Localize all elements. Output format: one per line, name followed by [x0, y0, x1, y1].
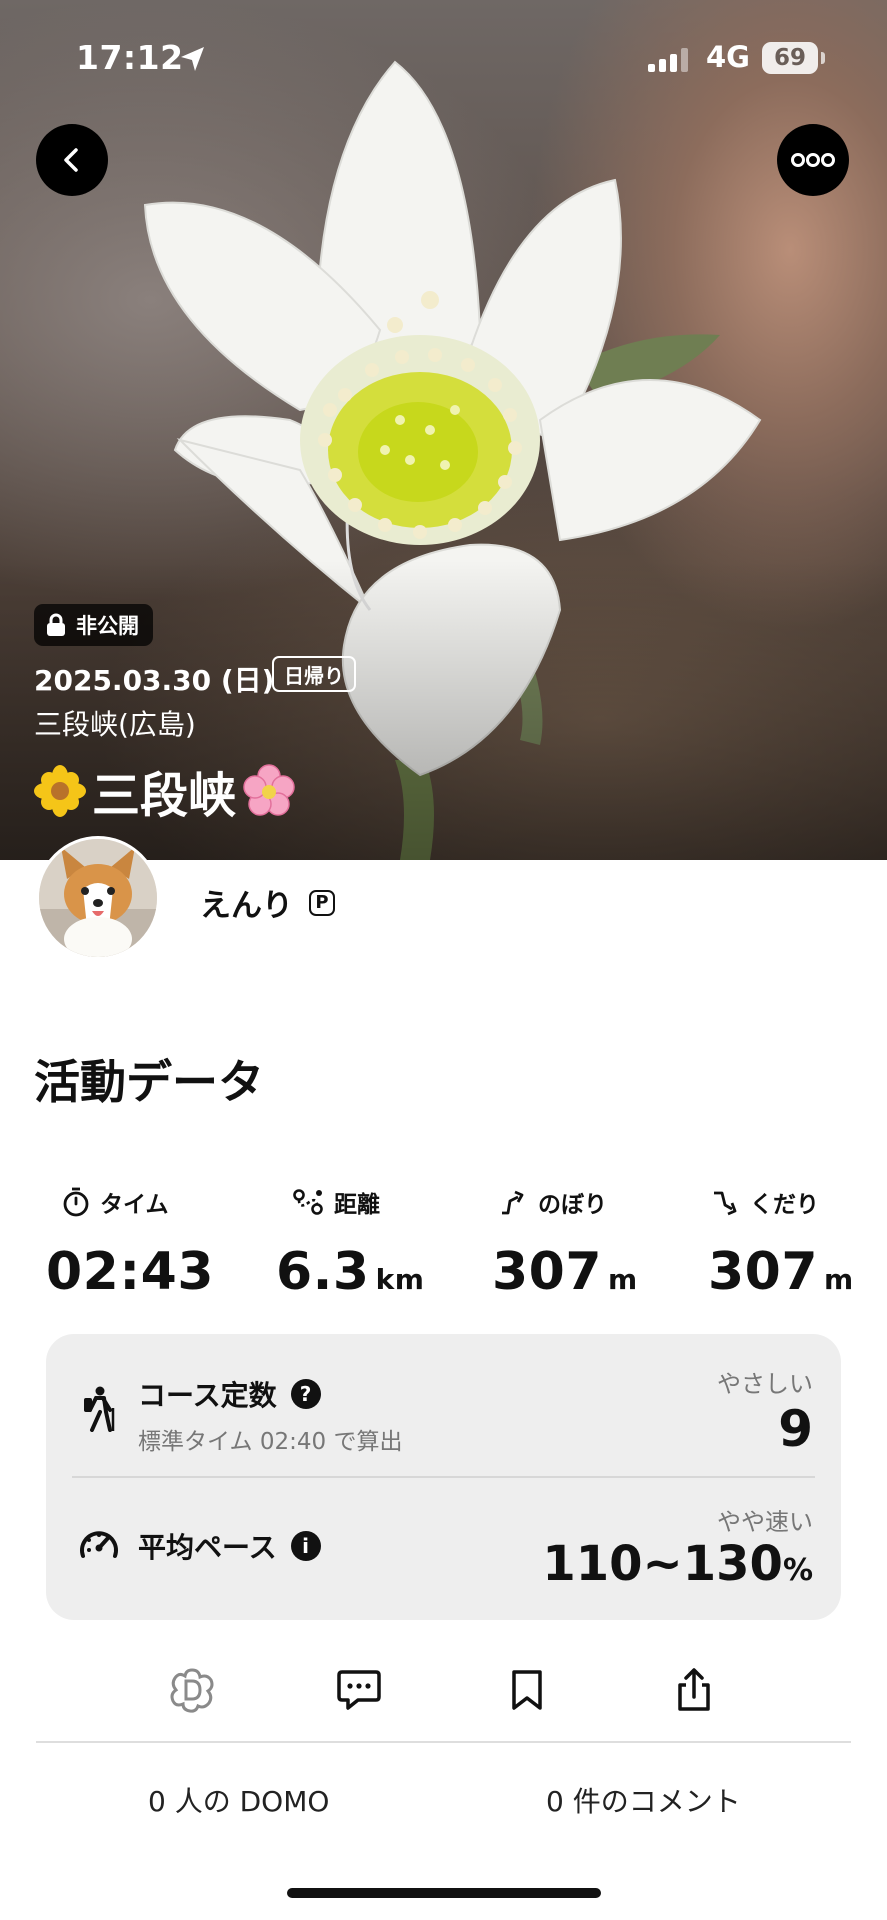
location-arrow-icon: [181, 47, 204, 71]
dog-avatar-icon: [39, 839, 157, 957]
stat-time-label: タイム: [100, 1192, 169, 1218]
stat-time: タイム 02:43: [46, 1184, 262, 1302]
more-dots-icon: [791, 153, 835, 167]
premium-badge-icon: P: [309, 889, 335, 916]
visibility-label: 非公開: [76, 614, 139, 638]
status-time: 17:12: [76, 38, 184, 77]
pace-unit: %: [782, 1553, 813, 1588]
bookmark-icon: [512, 1670, 542, 1710]
stat-descent-unit: m: [824, 1263, 854, 1296]
stat-time-value-row: 02:43: [46, 1242, 262, 1302]
home-indicator: [287, 1888, 601, 1898]
activity-title-text: 三段峡: [92, 768, 237, 824]
more-options-button[interactable]: [777, 124, 849, 196]
course-label: コース定数: [138, 1379, 277, 1412]
pace-row-title: 平均ペース i: [138, 1526, 321, 1566]
stat-descent-label: くだり: [750, 1192, 819, 1218]
stat-descent: くだり 307 m: [708, 1184, 887, 1302]
stat-descent-label-row: くだり: [710, 1184, 887, 1220]
section-title: 活動データ: [34, 1055, 264, 1109]
battery-tip: [821, 52, 825, 64]
stat-descent-value: 307: [708, 1242, 819, 1302]
ascent-icon: [502, 1190, 524, 1215]
course-row-title: コース定数 ?: [138, 1374, 321, 1414]
activity-date: 2025.03.30 (日): [34, 664, 275, 697]
stat-distance-value: 6.3: [276, 1242, 370, 1302]
back-button[interactable]: [36, 124, 108, 196]
descent-icon: [714, 1191, 737, 1216]
pace-value-row: 110~130%: [542, 1536, 813, 1592]
activity-area: 三段峡(広島): [34, 708, 196, 741]
pace-value: 110~130: [542, 1536, 783, 1592]
comment-button[interactable]: [329, 1660, 389, 1720]
user-name-row[interactable]: えんり P: [200, 880, 335, 925]
route-icon: [293, 1189, 323, 1215]
speedometer-icon: [80, 1531, 118, 1558]
course-pace-card: コース定数 ? 標準タイム 02:40 で算出 やさしい 9 平均ペース i や…: [46, 1334, 841, 1620]
activity-title: 三段峡: [34, 756, 296, 826]
course-difficulty: やさしい: [717, 1370, 813, 1398]
network-type: 4G: [706, 40, 750, 74]
share-icon: [678, 1668, 710, 1711]
stat-ascent: のぼり 307 m: [492, 1184, 698, 1302]
status-bar: 17:12 4G 69: [0, 0, 887, 120]
visibility-badge: 非公開: [34, 604, 153, 646]
stat-time-value: 02:43: [46, 1242, 215, 1302]
course-standard-time: 標準タイム 02:40 で算出: [138, 1429, 403, 1455]
avatar[interactable]: [36, 836, 160, 960]
lock-icon: [47, 613, 65, 636]
stat-distance-unit: km: [375, 1263, 425, 1296]
stat-ascent-label: のぼり: [538, 1192, 607, 1218]
pace-label: 平均ペース: [138, 1531, 277, 1564]
domo-count[interactable]: 0 人の DOMO: [148, 1780, 329, 1820]
domo-button[interactable]: [162, 1660, 222, 1720]
stat-distance: 距離 6.3 km: [276, 1184, 492, 1302]
action-divider: [36, 1741, 851, 1743]
stat-ascent-value-row: 307 m: [492, 1242, 698, 1302]
course-value: 9: [778, 1400, 813, 1458]
card-divider: [72, 1476, 815, 1478]
stat-time-label-row: タイム: [62, 1184, 262, 1220]
pace-level: やや速い: [717, 1508, 813, 1536]
stat-descent-value-row: 307 m: [708, 1242, 887, 1302]
hiker-icon: [84, 1386, 115, 1432]
domo-icon: [170, 1668, 214, 1713]
user-name: えんり: [200, 888, 293, 924]
trip-type-badge: 日帰り: [272, 656, 356, 692]
help-icon[interactable]: ?: [290, 1379, 321, 1409]
info-icon[interactable]: i: [290, 1531, 321, 1561]
bookmark-button[interactable]: [497, 1660, 557, 1720]
comment-count[interactable]: 0 件のコメント: [546, 1780, 741, 1820]
stat-ascent-value: 307: [492, 1242, 603, 1302]
stat-distance-value-row: 6.3 km: [276, 1242, 492, 1302]
stat-distance-label: 距離: [334, 1192, 380, 1218]
share-button[interactable]: [664, 1660, 724, 1720]
battery-icon: 69: [762, 42, 818, 74]
stat-ascent-unit: m: [608, 1263, 638, 1296]
comment-icon: [337, 1670, 381, 1710]
chevron-left-icon: [64, 148, 78, 172]
stat-ascent-label-row: のぼり: [498, 1184, 698, 1220]
pink-flower-icon: [243, 764, 295, 816]
yellow-flower-icon: [34, 765, 86, 817]
stat-distance-label-row: 距離: [292, 1184, 492, 1220]
action-bar: [0, 1630, 887, 1750]
signal-icon: [648, 48, 688, 72]
timer-icon: [63, 1187, 89, 1217]
